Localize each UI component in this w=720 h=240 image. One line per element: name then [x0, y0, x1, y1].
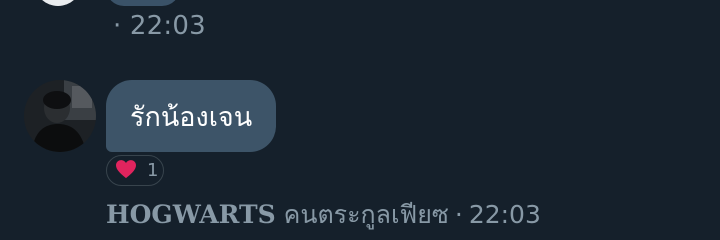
message-bubble[interactable]: รักน้องเจน	[106, 80, 277, 152]
sender-avatar[interactable]	[24, 80, 96, 152]
message-meta: HOGWARTS คนตระกูลเฟียซ · 22:03	[106, 195, 541, 235]
reaction-count: 1	[147, 160, 159, 181]
message-text: รักน้องเจน	[130, 101, 253, 133]
sender-subtitle: คนตระกูลเฟียซ	[283, 200, 449, 229]
heart-reaction-chip[interactable]: 1	[106, 155, 164, 186]
message-timestamp: 22:03	[468, 200, 541, 229]
previous-sender-avatar[interactable]	[34, 0, 82, 6]
avatar-photo	[24, 80, 96, 152]
sender-name[interactable]: HOGWARTS	[106, 200, 276, 229]
dm-conversation: · 22:03 รักน้องเจน 1 HOGWARTS คนตระกูลเฟ…	[0, 0, 720, 240]
previous-message-timestamp: · 22:03	[113, 11, 206, 41]
meta-separator: ·	[454, 200, 463, 229]
previous-message-bubble[interactable]	[106, 0, 180, 6]
heart-icon	[115, 159, 137, 183]
